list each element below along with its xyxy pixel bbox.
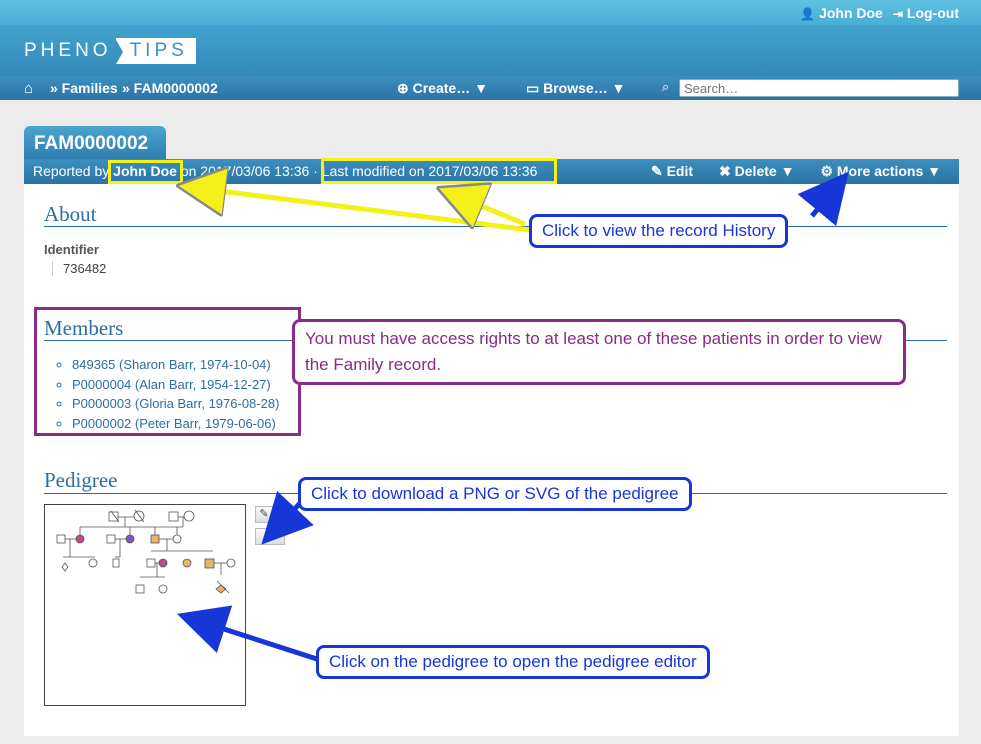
identifier-label: Identifier bbox=[44, 242, 99, 257]
last-modified-highlight bbox=[321, 158, 557, 184]
download-icon: ⤓▾ bbox=[265, 530, 275, 542]
user-menu[interactable]: 👤 John Doe bbox=[800, 5, 883, 21]
history-callout: Click to view the record History bbox=[529, 214, 789, 248]
search-icon: ⌕ bbox=[662, 79, 670, 94]
close-icon: ✖ bbox=[719, 163, 731, 179]
gear-icon: ⚙ bbox=[820, 163, 833, 179]
about-divider bbox=[44, 226, 947, 227]
identifier-value: 736482 bbox=[52, 261, 106, 276]
home-icon[interactable]: ⌂ bbox=[24, 80, 33, 97]
members-highlight bbox=[34, 307, 301, 436]
create-menu[interactable]: ⊕ Create… ▼ bbox=[397, 80, 488, 97]
phenotips-logo[interactable]: PHENO TIPS bbox=[24, 36, 196, 66]
breadcrumb-families[interactable]: » Families bbox=[50, 80, 118, 96]
browse-menu[interactable]: ▭ Browse… ▼ bbox=[526, 80, 625, 97]
pencil-icon: ✎ bbox=[650, 163, 663, 179]
plus-circle-icon: ⊕ bbox=[397, 80, 409, 96]
user-bar: 👤 John Doe ⇥ Log-out bbox=[800, 5, 959, 21]
user-icon: 👤 bbox=[800, 7, 816, 21]
record-title: FAM0000002 bbox=[24, 126, 166, 160]
editor-callout: Click on the pedigree to open the pedigr… bbox=[316, 645, 710, 679]
download-pedigree-button[interactable]: ⤓▾ bbox=[255, 528, 285, 545]
logout-icon: ⇥ bbox=[892, 7, 903, 21]
access-callout: You must have access rights to at least … bbox=[292, 319, 906, 385]
navbar: ⌂ » Families » FAM0000002 ⊕ Create… ▼ ▭ … bbox=[0, 76, 981, 100]
breadcrumb-record[interactable]: » FAM0000002 bbox=[122, 80, 218, 96]
app-header: 👤 John Doe ⇥ Log-out PHENO TIPS ⌂ » Famili… bbox=[0, 0, 981, 100]
download-callout: Click to download a PNG or SVG of the pe… bbox=[298, 477, 692, 511]
pedigree-diagram bbox=[56, 509, 236, 594]
pedigree-tools: ✎ ⤓▾ bbox=[255, 506, 285, 550]
reporter-highlight bbox=[108, 160, 183, 184]
delete-button[interactable]: ✖ Delete ▼ bbox=[719, 163, 794, 180]
edit-pedigree-button[interactable]: ✎ bbox=[255, 506, 273, 523]
edit-button[interactable]: ✎ Edit bbox=[651, 163, 693, 180]
record-actions: ✎ Edit ✖ Delete ▼ ⚙ More actions ▼ bbox=[651, 163, 941, 180]
logout-link[interactable]: ⇥ Log-out bbox=[893, 5, 959, 21]
more-actions-button[interactable]: ⚙ More actions ▼ bbox=[820, 163, 941, 180]
pedigree-title: Pedigree bbox=[44, 468, 118, 492]
folder-icon: ▭ bbox=[526, 80, 540, 96]
about-title: About bbox=[44, 202, 97, 226]
search-input[interactable] bbox=[679, 79, 959, 97]
pencil-icon: ✎ bbox=[259, 508, 269, 520]
pedigree-thumbnail[interactable] bbox=[44, 504, 246, 706]
